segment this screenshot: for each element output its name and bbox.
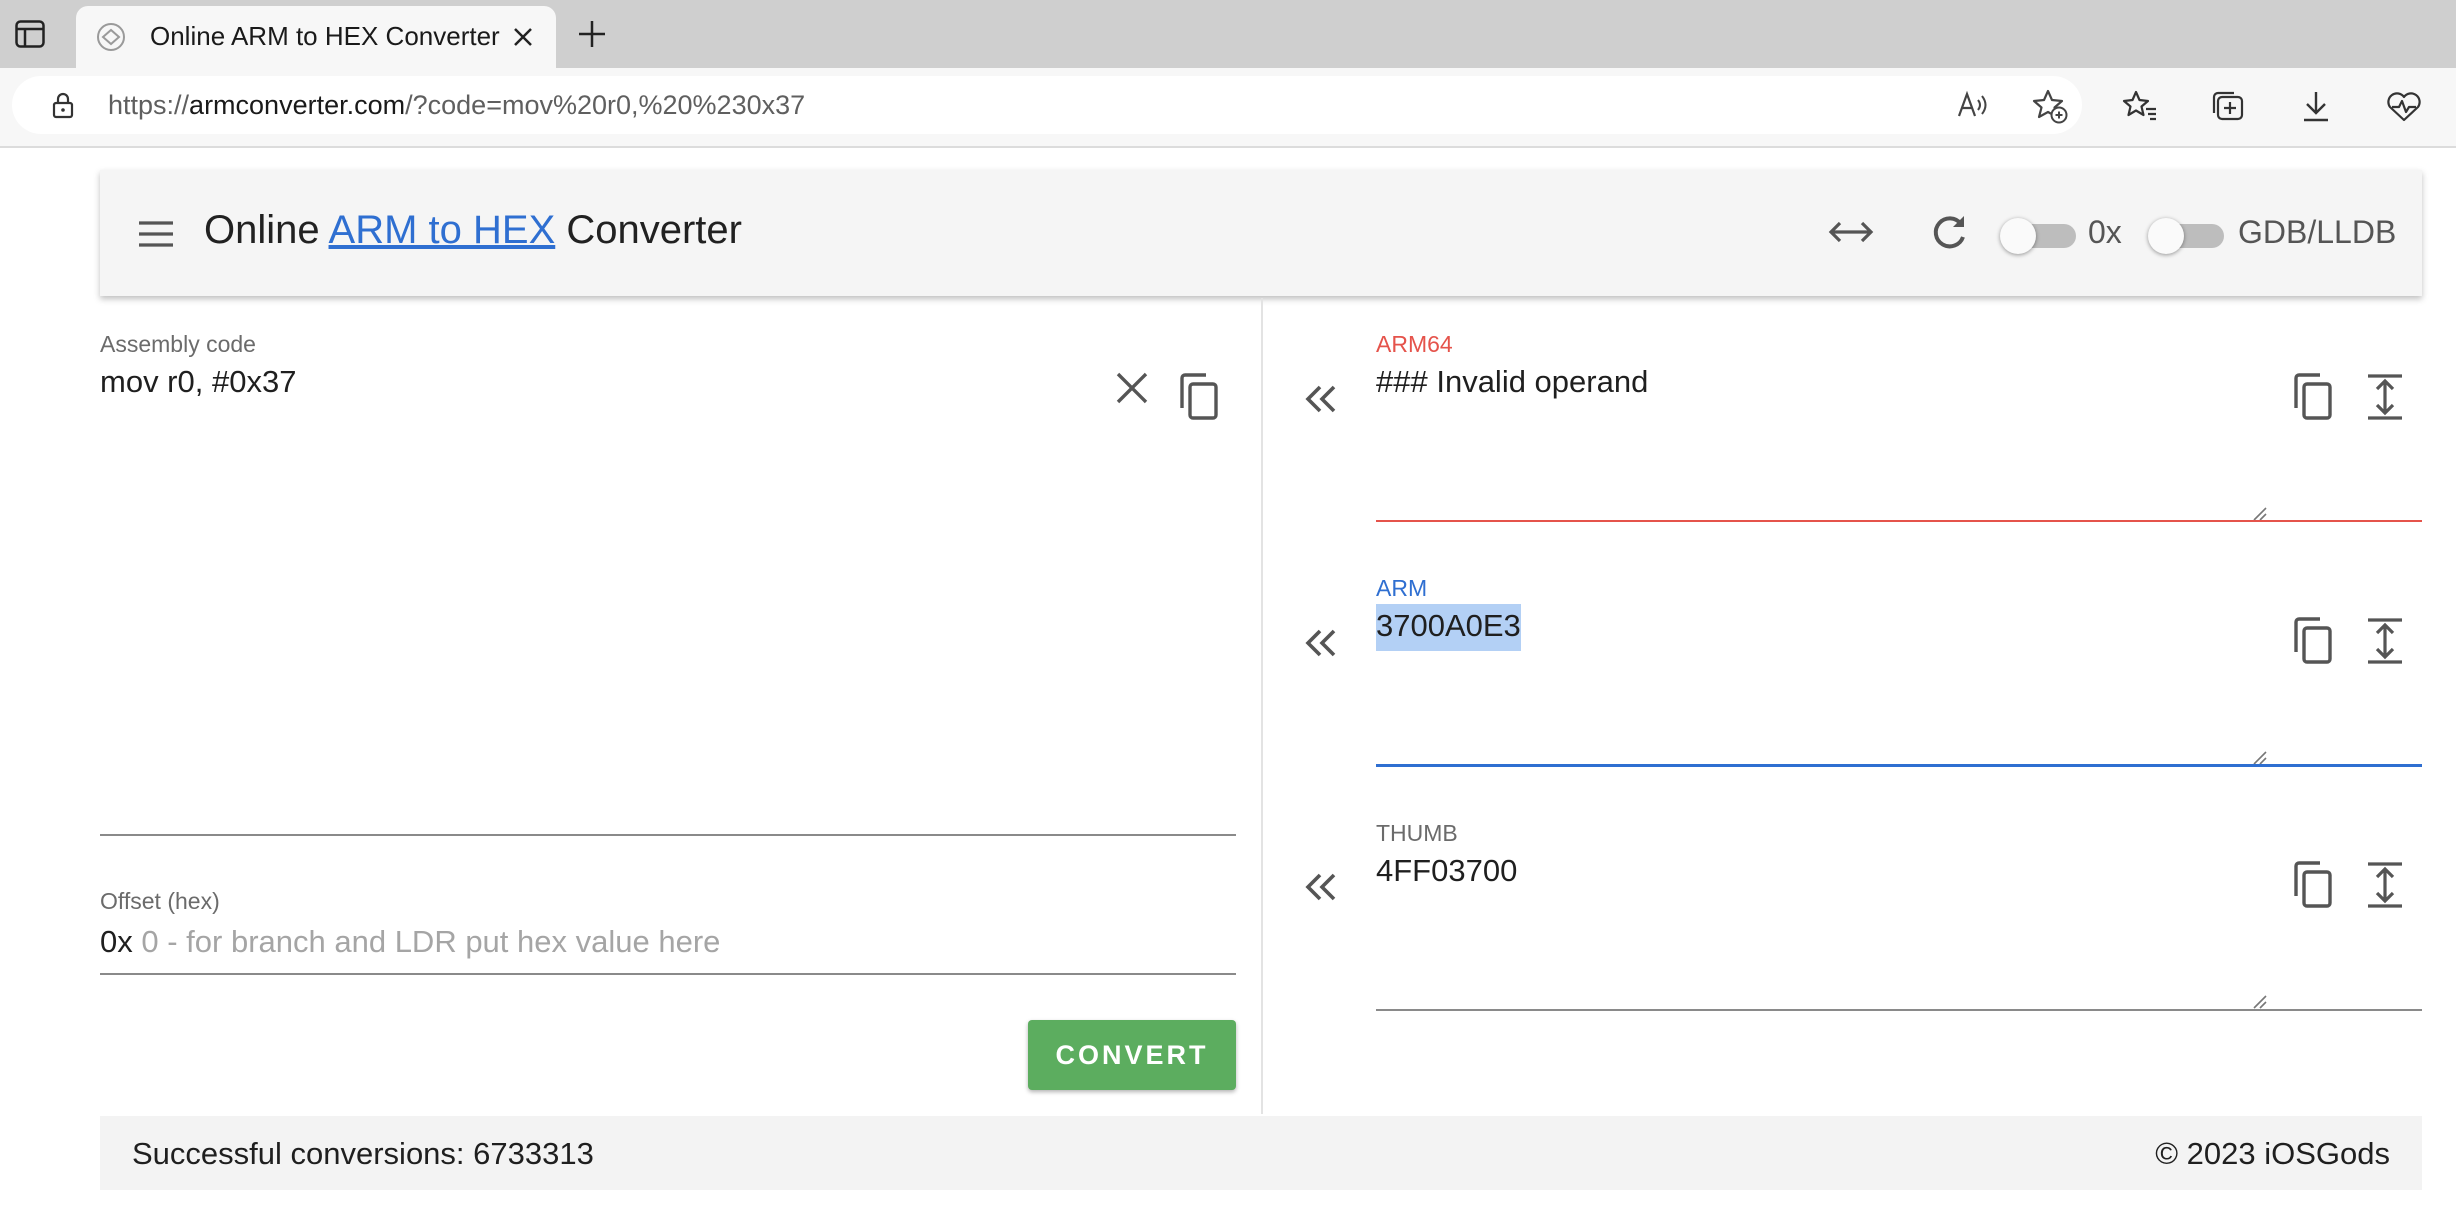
panel-divider <box>1261 298 1263 1114</box>
arm64-to-assembly-chevron-icon[interactable] <box>1300 377 1344 421</box>
browser-tab-active[interactable]: Online ARM to HEX Converter <box>76 6 556 68</box>
page-title-suffix: Converter <box>555 208 742 252</box>
arm-to-assembly-chevron-icon[interactable] <box>1300 621 1344 665</box>
new-tab-icon[interactable] <box>572 14 612 54</box>
arm-underline <box>1376 764 2422 767</box>
read-aloud-icon[interactable] <box>1956 88 1990 122</box>
lock-icon[interactable] <box>48 90 78 120</box>
arm-output[interactable]: 3700A0E3 <box>1376 604 1521 651</box>
browser-tabstrip: Online ARM to HEX Converter <box>0 0 2456 68</box>
arm-output-selection: 3700A0E3 <box>1376 604 1521 651</box>
expand-arm-icon[interactable] <box>2364 616 2406 666</box>
offset-placeholder: 0 - for branch and LDR put hex value her… <box>141 924 721 959</box>
expand-thumb-icon[interactable] <box>2364 860 2406 910</box>
tab-close-icon[interactable] <box>506 20 540 54</box>
thumb-to-assembly-chevron-icon[interactable] <box>1300 865 1344 909</box>
swap-direction-icon[interactable] <box>1826 212 1876 252</box>
footer: Successful conversions: 6733313 © 2023 i… <box>100 1116 2422 1190</box>
assembly-code-label: Assembly code <box>100 331 256 357</box>
browser-essentials-icon[interactable] <box>2384 86 2424 126</box>
page-title-prefix: Online <box>204 208 329 252</box>
collections-icon[interactable] <box>2208 86 2248 126</box>
conversion-count: Successful conversions: 6733313 <box>132 1136 594 1171</box>
convert-button[interactable]: CONVERT <box>1028 1020 1236 1090</box>
offset-input[interactable]: 0x 0 - for branch and LDR put hex value … <box>100 924 720 960</box>
favorites-icon[interactable] <box>2120 86 2160 126</box>
thumb-resize-handle-icon[interactable] <box>2250 992 2268 1010</box>
arm64-underline <box>1376 520 2422 522</box>
offset-label: Offset (hex) <box>100 888 220 914</box>
copy-arm-icon[interactable] <box>2290 616 2336 666</box>
hex-prefix-toggle[interactable] <box>2000 218 2076 254</box>
arm-to-hex-link[interactable]: ARM to HEX <box>329 208 556 252</box>
url-text[interactable]: https://armconverter.com/?code=mov%20r0,… <box>108 90 805 121</box>
thumb-label: THUMB <box>1376 820 1458 846</box>
clear-icon[interactable] <box>1110 366 1154 410</box>
page-title: Online ARM to HEX Converter <box>204 208 742 253</box>
copy-thumb-icon[interactable] <box>2290 860 2336 910</box>
gdb-lldb-toggle-label: GDB/LLDB <box>2238 214 2397 250</box>
hex-prefix-toggle-label: 0x <box>2088 214 2122 250</box>
downloads-icon[interactable] <box>2296 86 2336 126</box>
copy-arm64-icon[interactable] <box>2290 372 2336 422</box>
arm64-label: ARM64 <box>1376 331 1453 357</box>
add-favorite-icon[interactable] <box>2032 88 2068 124</box>
copyright: © 2023 iOSGods <box>2155 1136 2390 1171</box>
site-favicon-icon <box>97 23 125 51</box>
gdb-lldb-toggle[interactable] <box>2148 218 2224 254</box>
arm64-output[interactable]: ### Invalid operand <box>1376 364 1648 400</box>
thumb-underline <box>1376 1009 2422 1011</box>
arm-label: ARM <box>1376 575 1428 601</box>
expand-arm64-icon[interactable] <box>2364 372 2406 422</box>
offset-underline <box>100 973 1236 975</box>
address-bar[interactable]: https://armconverter.com/?code=mov%20r0,… <box>12 76 2082 134</box>
offset-prefix: 0x <box>100 924 133 959</box>
refresh-icon[interactable] <box>1926 210 1972 256</box>
gdb-lldb-toggle-knob[interactable] <box>2148 218 2184 254</box>
tab-actions-icon[interactable] <box>10 14 50 54</box>
app-header: Online ARM to HEX Converter 0x GDB/LLDB <box>100 170 2422 296</box>
browser-toolbar: https://armconverter.com/?code=mov%20r0,… <box>0 68 2456 148</box>
thumb-output[interactable]: 4FF03700 <box>1376 853 1517 889</box>
assembly-code-input[interactable]: mov r0, #0x37 <box>100 364 296 400</box>
copy-assembly-icon[interactable] <box>1176 372 1222 422</box>
assembly-code-underline <box>100 834 1236 836</box>
hamburger-menu-icon[interactable] <box>136 214 176 254</box>
tab-title: Online ARM to HEX Converter <box>150 21 500 51</box>
hex-prefix-toggle-knob[interactable] <box>2000 218 2036 254</box>
